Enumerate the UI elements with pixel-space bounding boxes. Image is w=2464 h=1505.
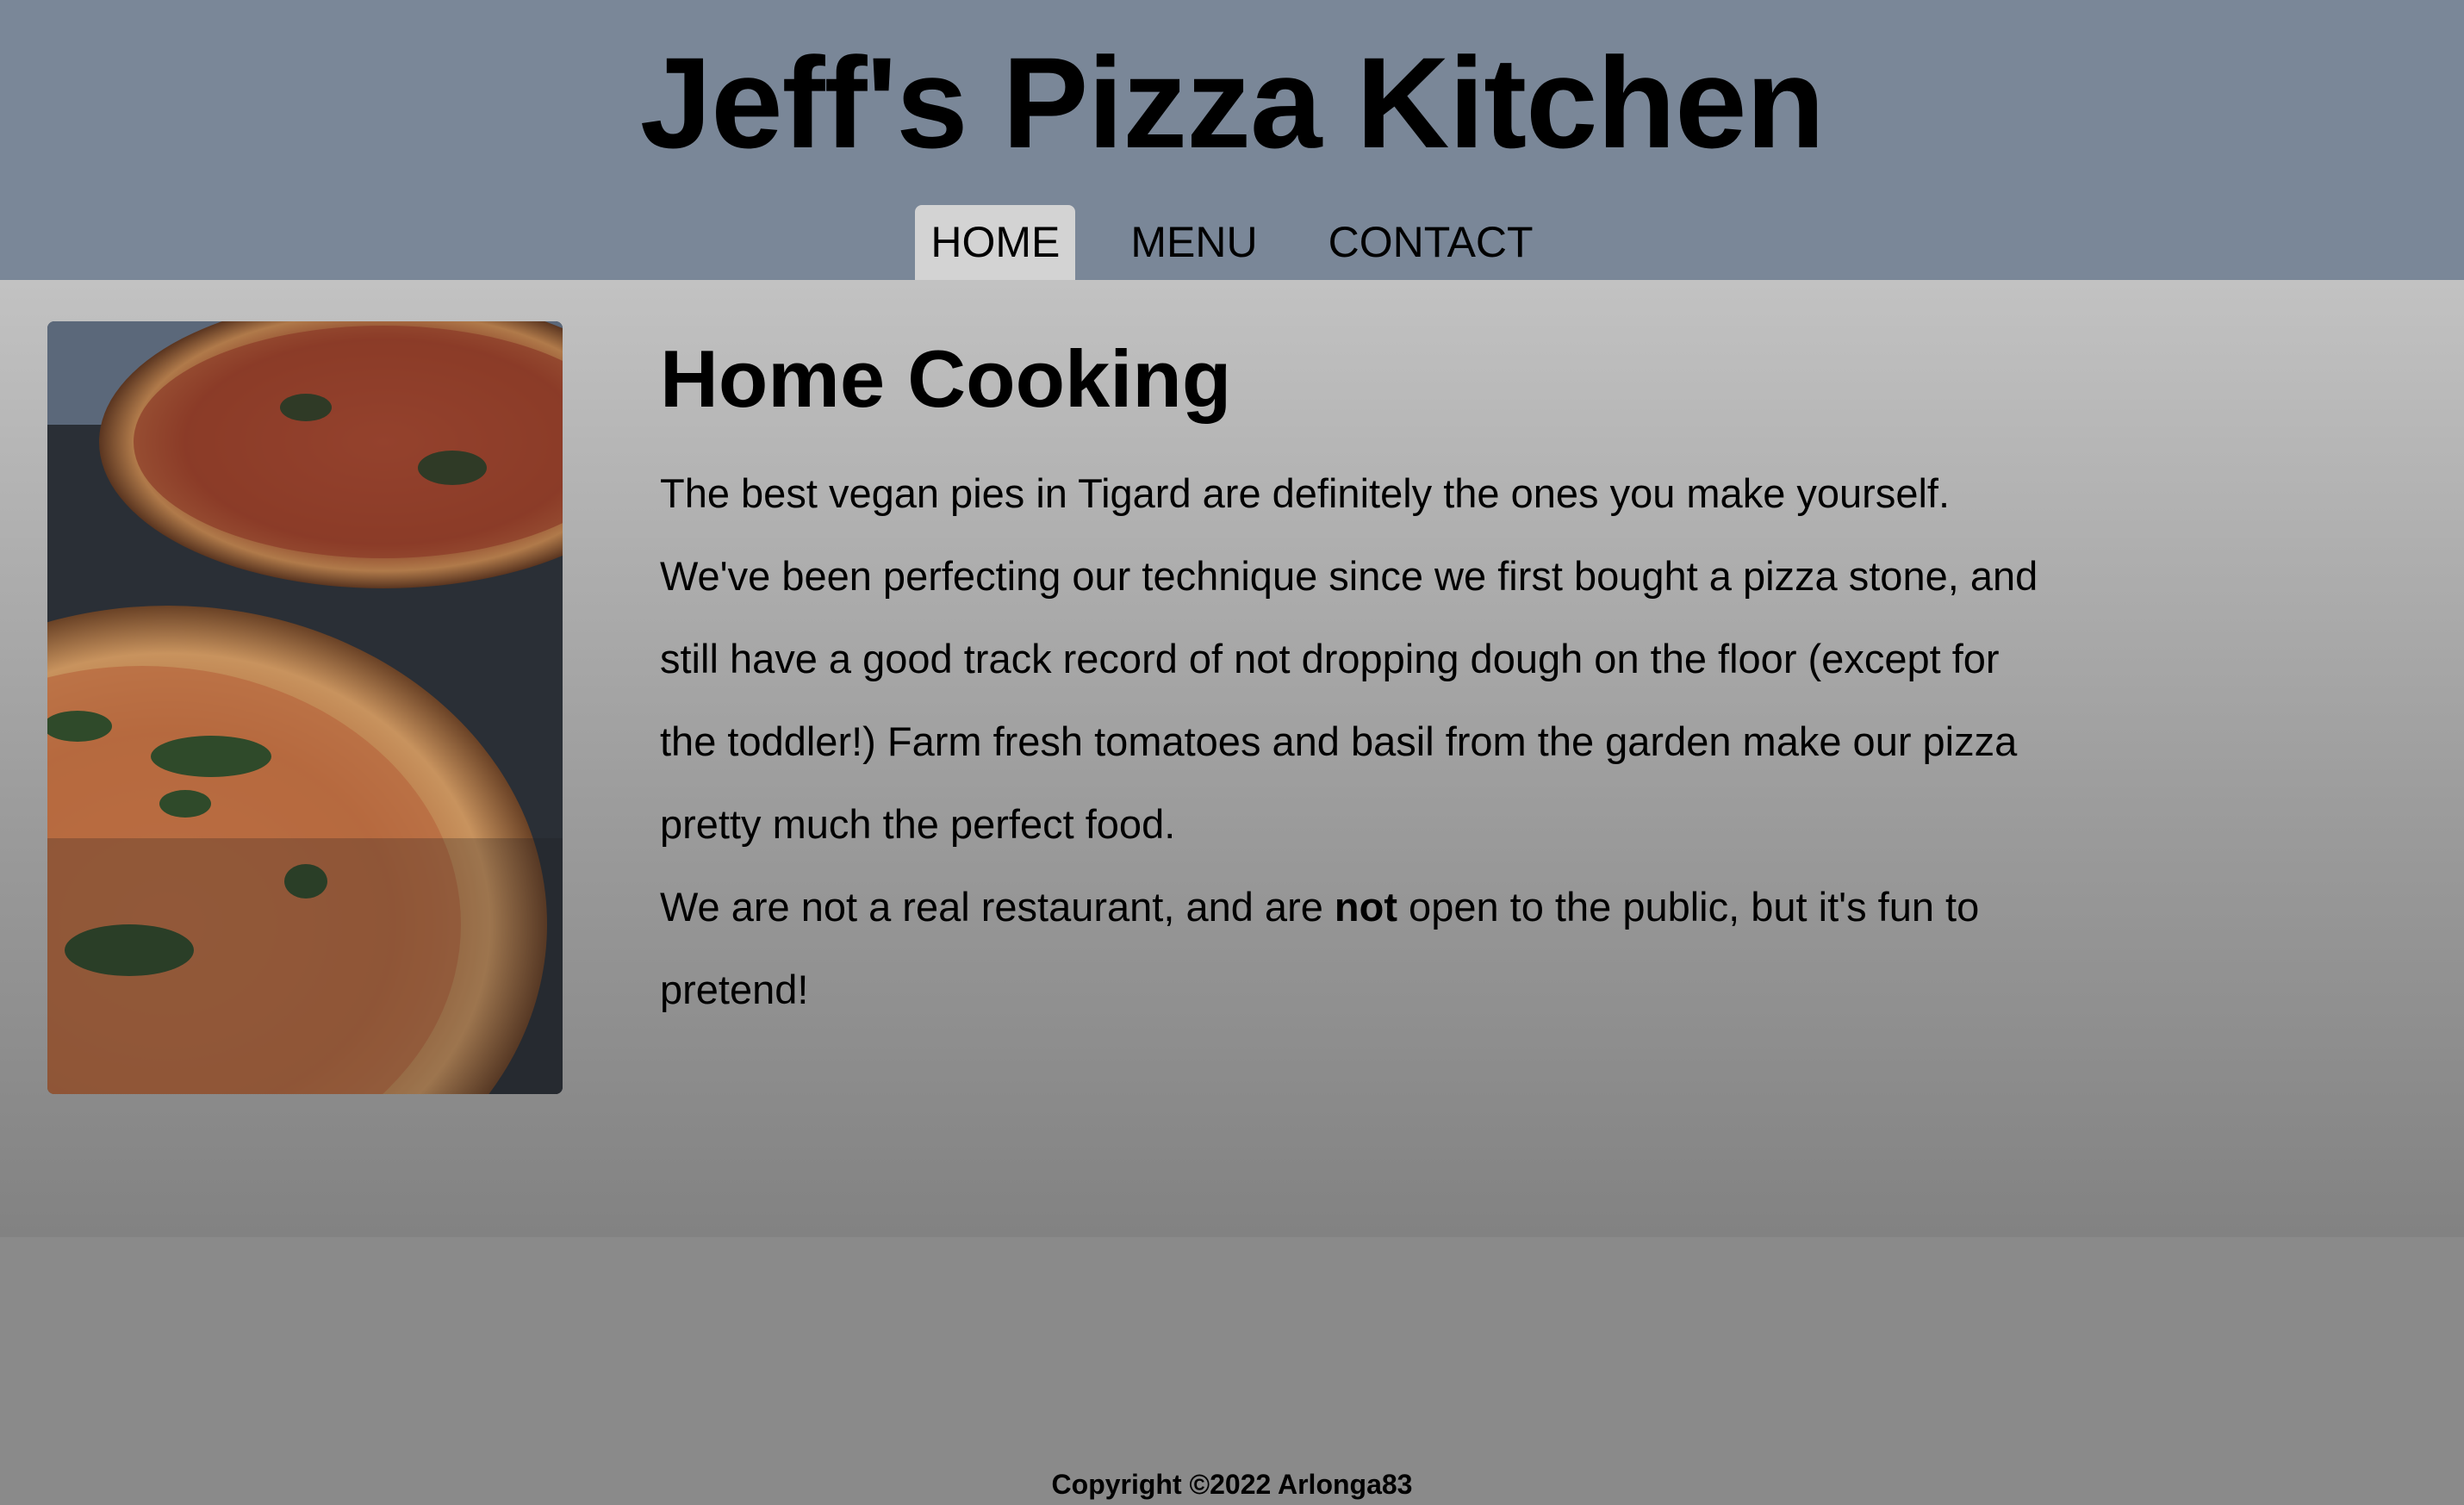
nav-item-home[interactable]: HOME [915, 205, 1076, 280]
pizza-illustration [47, 321, 563, 1094]
article: Home Cooking The best vegan pies in Tiga… [660, 332, 2056, 1031]
pizza-photo [47, 321, 563, 1094]
disclaimer-text-start: We are not a real restaurant, and are [660, 884, 1335, 930]
nav-item-contact[interactable]: CONTACT [1313, 205, 1549, 280]
site-title: Jeff's Pizza Kitchen [639, 30, 1825, 175]
nav-item-menu[interactable]: MENU [1115, 205, 1272, 280]
main-content: Home Cooking The best vegan pies in Tiga… [0, 280, 2464, 1500]
site-header: Jeff's Pizza Kitchen HOME MENU CONTACT [0, 0, 2464, 280]
copyright-text: Copyright ©2022 Arlonga83 [1051, 1469, 1413, 1500]
disclaimer-paragraph: We are not a real restaurant, and are no… [660, 866, 2056, 1031]
section-heading: Home Cooking [660, 333, 1232, 424]
main-nav: HOME MENU CONTACT [0, 205, 2464, 280]
intro-paragraph: The best vegan pies in Tigard are defini… [660, 470, 2038, 847]
disclaimer-emphasis: not [1334, 884, 1397, 930]
site-footer: Copyright ©2022 Arlonga83 [0, 1464, 2464, 1505]
